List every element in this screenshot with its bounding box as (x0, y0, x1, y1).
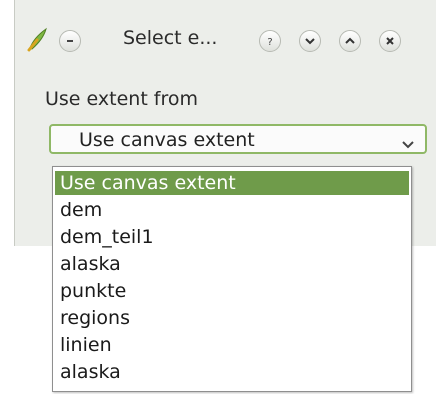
qgis-icon[interactable] (27, 26, 49, 52)
minimize-icon[interactable] (299, 30, 321, 52)
close-icon[interactable] (379, 30, 401, 52)
option-dem-teil1[interactable]: dem_teil1 (55, 225, 409, 249)
chevron-down-icon[interactable] (401, 135, 415, 149)
maximize-icon[interactable] (339, 30, 361, 52)
option-use-canvas-extent[interactable]: Use canvas extent (55, 171, 409, 195)
extent-label: Use extent from (45, 88, 199, 110)
title-bar[interactable]: Select e... ? (15, 0, 436, 72)
option-alaska-2[interactable]: alaska (55, 360, 409, 384)
extent-dropdown-list[interactable]: Use canvas extent dem dem_teil1 alaska p… (52, 166, 412, 392)
combo-value: Use canvas extent (79, 129, 255, 151)
option-punkte[interactable]: punkte (55, 279, 409, 303)
help-icon[interactable]: ? (259, 30, 281, 52)
extent-combobox[interactable]: Use canvas extent (49, 124, 427, 154)
option-dem[interactable]: dem (55, 198, 409, 222)
option-regions[interactable]: regions (55, 306, 409, 330)
svg-text:?: ? (267, 37, 272, 47)
option-alaska[interactable]: alaska (55, 252, 409, 276)
option-linien[interactable]: linien (55, 333, 409, 357)
menu-icon[interactable] (59, 30, 81, 52)
window-title: Select e... (123, 27, 218, 49)
